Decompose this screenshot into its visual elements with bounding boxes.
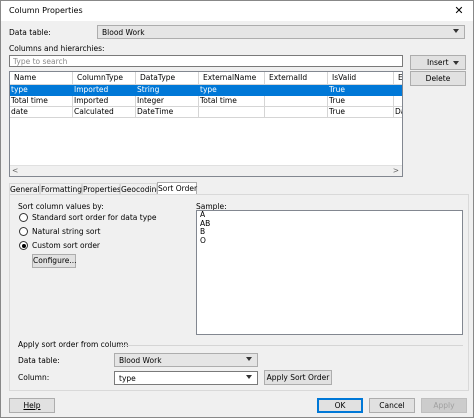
columns-label: Columns and hierarchies: (9, 44, 105, 53)
title-bar: Column Properties ✕ (1, 1, 473, 21)
chevron-down-icon (453, 61, 459, 65)
radio-natural-sort[interactable] (19, 227, 28, 236)
sort-order-panel: Sort column values by: Standard sort ord… (9, 194, 469, 391)
table-cell[interactable] (199, 107, 265, 118)
chevron-down-icon (453, 29, 459, 33)
radio-custom-sort[interactable] (19, 241, 28, 250)
columns-grid[interactable]: Name ColumnType DataType ExternalName Extern… (9, 71, 403, 177)
apply-table-label: Data table: (18, 356, 60, 365)
table-cell[interactable] (265, 107, 328, 118)
list-item: A (200, 210, 206, 219)
table-cell[interactable]: True (328, 107, 394, 118)
radio-standard-label: Standard sort order for data type (32, 213, 157, 222)
grid-column-header[interactable]: DataType (136, 72, 199, 85)
table-cell[interactable]: True (328, 85, 394, 96)
data-table-value: Blood Work (102, 28, 145, 37)
table-cell[interactable]: Integer (136, 96, 199, 107)
table-cell[interactable] (394, 96, 402, 107)
apply-from-label: Apply sort order from column (18, 340, 129, 349)
table-cell[interactable] (265, 96, 328, 107)
insert-button[interactable]: Insert (410, 55, 466, 70)
cancel-button[interactable]: Cancel (369, 398, 415, 413)
delete-button[interactable]: Delete (410, 71, 466, 86)
table-cell[interactable]: Total time (199, 96, 265, 107)
apply-column-dropdown[interactable]: type (114, 371, 258, 385)
apply-table-value: Blood Work (119, 356, 162, 365)
help-label: Help (23, 401, 41, 410)
table-cell[interactable]: Imported (73, 96, 136, 107)
table-cell[interactable]: String (136, 85, 199, 96)
apply-table-dropdown[interactable]: Blood Work (114, 353, 258, 367)
search-placeholder: Type to search (13, 57, 68, 66)
insert-label: Insert (427, 58, 449, 67)
radio-custom-label: Custom sort order (32, 241, 101, 250)
table-cell[interactable] (394, 85, 402, 96)
horizontal-scrollbar[interactable]: < > (10, 165, 402, 176)
help-button[interactable]: Help (9, 398, 55, 413)
table-cell[interactable]: Da (394, 107, 402, 118)
table-cell[interactable]: True (328, 96, 394, 107)
table-cell[interactable]: Imported (73, 85, 136, 96)
scroll-right-icon[interactable]: > (393, 166, 399, 175)
table-row[interactable]: Total time Imported Integer Total time True (10, 96, 402, 107)
table-cell[interactable]: type (199, 85, 265, 96)
data-table-dropdown[interactable]: Blood Work (97, 25, 465, 39)
window-title: Column Properties (9, 6, 83, 15)
sample-list: A AB B O (196, 210, 463, 335)
list-item: AB (200, 218, 211, 228)
scroll-left-icon[interactable]: < (12, 166, 18, 175)
search-input[interactable]: Type to search (9, 55, 403, 67)
grid-column-header[interactable]: Name (10, 72, 73, 85)
column-properties-dialog: Column Properties ✕ Data table: Blood Wo… (0, 0, 474, 418)
data-table-label: Data table: (9, 28, 51, 37)
ok-button[interactable]: OK (317, 398, 363, 413)
table-row[interactable]: dateCalculatedDateTime TrueDa (10, 107, 402, 118)
table-cell[interactable]: type (10, 85, 73, 96)
apply-column-value: type (119, 374, 136, 383)
configure-button[interactable]: Configure... (32, 254, 77, 268)
radio-natural-label: Natural string sort (32, 227, 101, 236)
close-icon[interactable]: ✕ (451, 3, 467, 19)
grid-column-header[interactable]: ExternalId (265, 72, 328, 85)
table-cell[interactable] (265, 85, 328, 96)
chevron-down-icon (246, 375, 252, 379)
grid-column-header[interactable]: IsValid (328, 72, 394, 85)
grid-column-header[interactable]: ExternalName (199, 72, 265, 85)
chevron-down-icon (246, 357, 252, 361)
list-item: O (200, 235, 206, 245)
table-cell[interactable]: Calculated (73, 107, 136, 118)
divider (120, 345, 463, 346)
sort-by-label: Sort column values by: (18, 202, 104, 211)
grid-column-header[interactable]: Ex (394, 72, 402, 85)
table-cell[interactable]: date (10, 107, 73, 118)
radio-standard-sort[interactable] (19, 213, 28, 222)
table-row[interactable]: type Imported String type True (10, 85, 402, 96)
table-cell[interactable]: DateTime (136, 107, 199, 118)
apply-button[interactable]: Apply (421, 398, 467, 413)
grid-column-header[interactable]: ColumnType (73, 72, 136, 85)
apply-sort-order-button[interactable]: Apply Sort Order (264, 370, 332, 385)
apply-column-label: Column: (18, 373, 50, 382)
list-item: B (200, 227, 206, 236)
table-cell[interactable]: Total time (10, 96, 73, 107)
